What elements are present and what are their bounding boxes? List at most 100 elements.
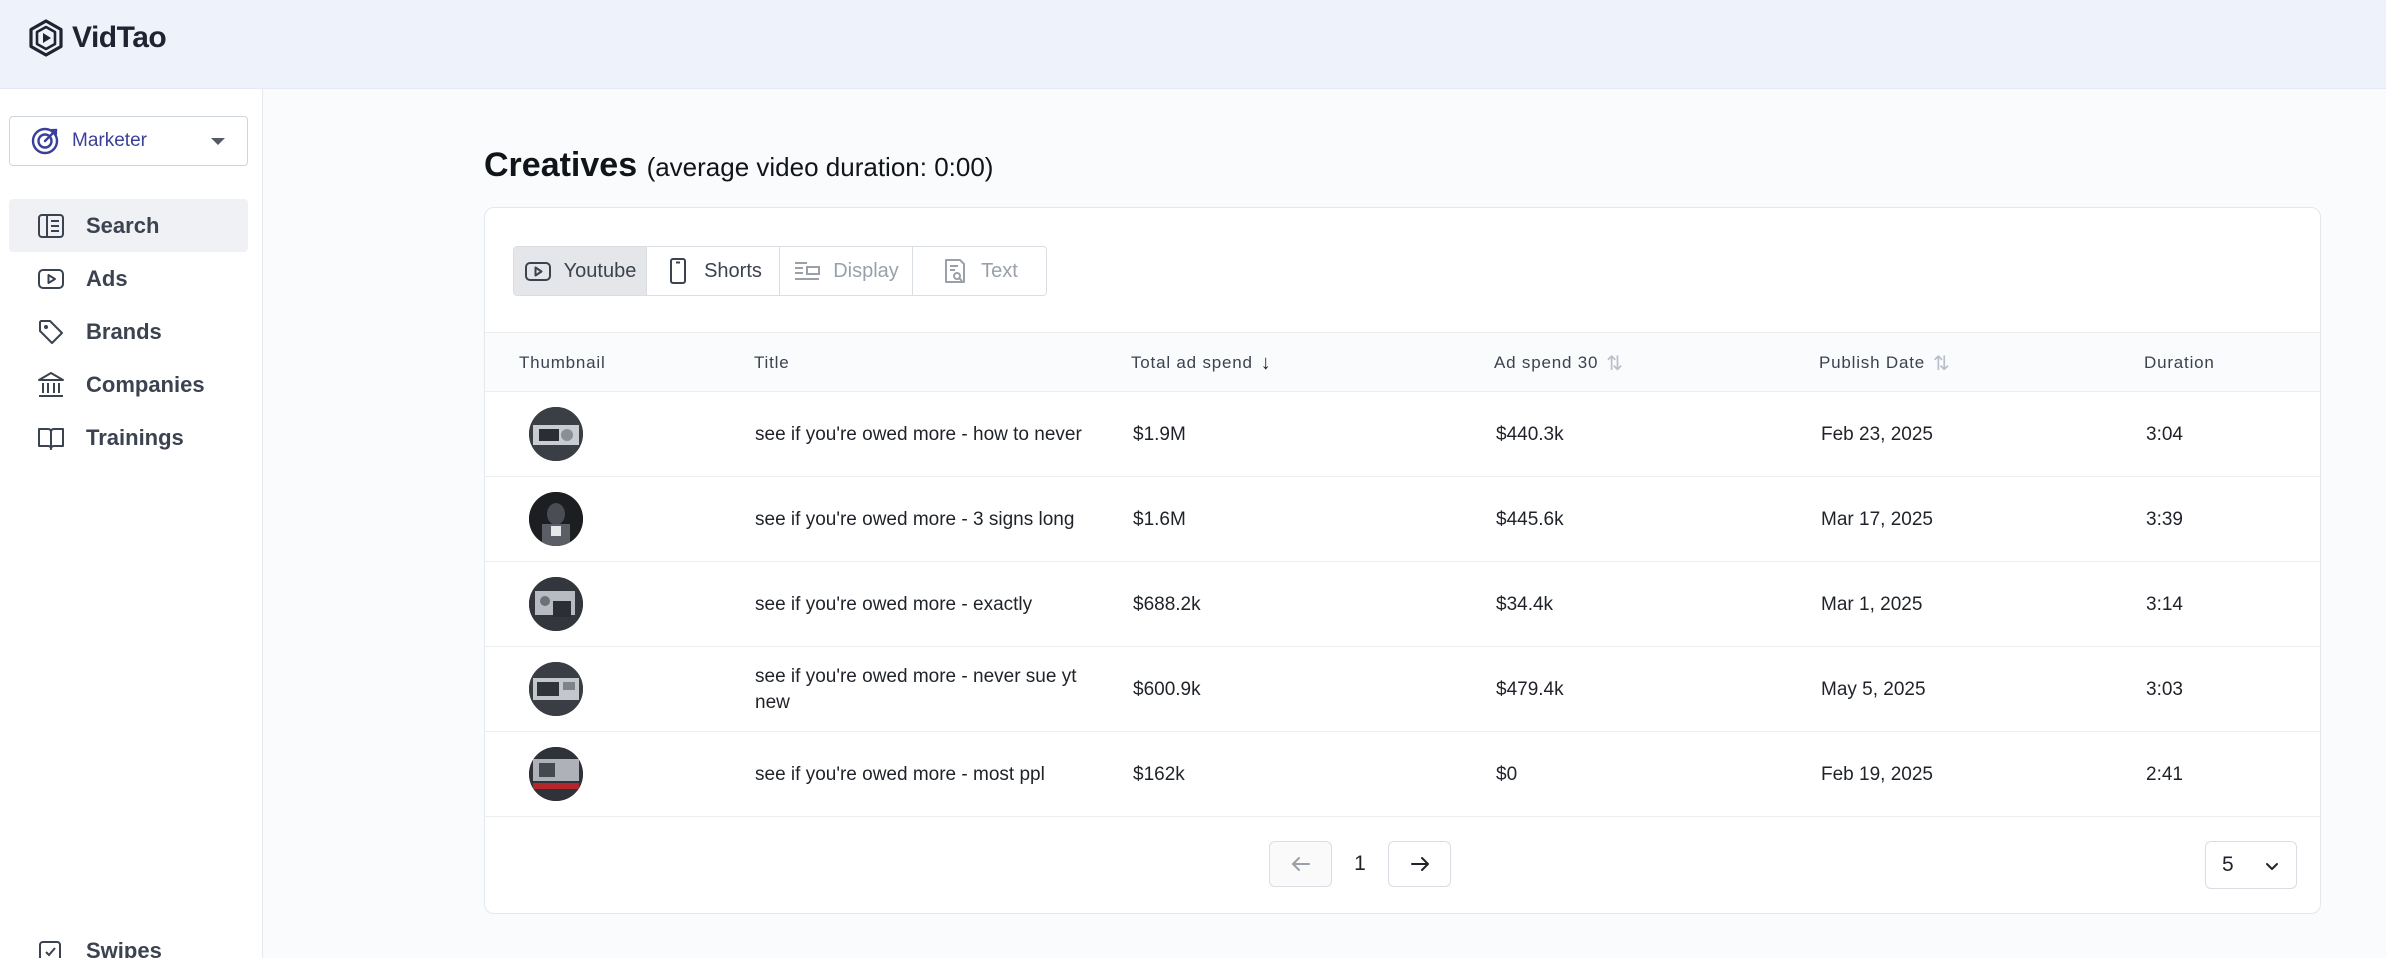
tab-display[interactable]: Display <box>780 247 913 295</box>
sidebar-item-search[interactable]: Search <box>9 199 248 252</box>
row-publish-date: Feb 19, 2025 <box>1821 763 1933 785</box>
column-header-label: Ad spend 30 <box>1494 353 1599 372</box>
video-thumbnail[interactable] <box>529 747 583 801</box>
current-page: 1 <box>1354 852 1366 875</box>
arrow-right-icon <box>1410 857 1429 871</box>
role-select-value: Marketer <box>72 130 147 151</box>
chevron-down-icon <box>2266 863 2278 870</box>
tag-icon <box>39 319 63 344</box>
column-header-label: Thumbnail <box>519 353 606 372</box>
sidebar-item-swipes[interactable]: Swipes <box>9 924 248 958</box>
row-title[interactable]: see if you're owed more - exactly <box>755 562 1115 647</box>
video-thumbnail[interactable] <box>529 662 583 716</box>
column-header-label: Duration <box>2144 353 2215 372</box>
page-title-text: Creatives <box>484 146 638 184</box>
thumbnail-image <box>529 577 583 631</box>
phone-icon <box>670 258 687 284</box>
sidebar-item-label: Companies <box>86 371 205 397</box>
table-row[interactable]: see if you're owed more - how to never $… <box>485 392 2320 477</box>
row-ad-spend-30: $0 <box>1496 763 1518 785</box>
row-total-ad-spend: $600.9k <box>1133 678 1201 700</box>
video-thumbnail[interactable] <box>529 577 583 631</box>
table-header: Thumbnail Title Total ad spend ↓ Ad spen… <box>485 332 2320 392</box>
row-title[interactable]: see if you're owed more - 3 signs long <box>755 477 1115 562</box>
row-duration: 3:39 <box>2146 508 2183 530</box>
row-title[interactable]: see if you're owed more - most ppl <box>755 732 1115 817</box>
sidebar-item-trainings[interactable]: Trainings <box>9 411 248 464</box>
prev-page-button[interactable] <box>1269 841 1332 887</box>
pagination: 1 <box>1269 841 1451 887</box>
row-publish-date: Feb 23, 2025 <box>1821 423 1933 445</box>
table-row[interactable]: see if you're owed more - exactly $688.2… <box>485 562 2320 647</box>
column-header-thumbnail: Thumbnail <box>519 333 606 393</box>
next-page-button[interactable] <box>1388 841 1451 887</box>
tab-label: Display <box>833 259 899 282</box>
column-header-total-ad-spend[interactable]: Total ad spend ↓ <box>1131 333 1272 393</box>
youtube-play-icon <box>524 262 551 281</box>
row-ad-spend-30: $445.6k <box>1496 508 1564 530</box>
sidebar-item-label: Swipes <box>86 937 162 958</box>
thumbnail-image <box>529 407 583 461</box>
tab-text[interactable]: Text <box>913 247 1046 295</box>
vidtao-logo-icon <box>29 19 63 57</box>
tab-shorts[interactable]: Shorts <box>647 247 780 295</box>
target-icon <box>31 127 59 155</box>
table-row[interactable]: see if you're owed more - 3 signs long $… <box>485 477 2320 562</box>
bank-icon <box>38 371 64 397</box>
page-title: Creatives (average video duration: 0:00) <box>484 146 993 185</box>
row-total-ad-spend: $1.9M <box>1133 423 1186 445</box>
sort-desc-icon[interactable]: ↓ <box>1261 352 1272 375</box>
page-size-select[interactable]: 5 <box>2205 841 2297 889</box>
app-name: VidTao <box>72 21 167 54</box>
column-header-title: Title <box>754 333 790 393</box>
creatives-card: Youtube Shorts Display Text Thumbnail Ti… <box>484 207 2321 914</box>
table-body: see if you're owed more - how to never $… <box>485 392 2320 817</box>
app-logo[interactable]: VidTao <box>26 18 167 58</box>
row-duration: 2:41 <box>2146 763 2183 785</box>
sidebar-item-brands[interactable]: Brands <box>9 305 248 358</box>
row-duration: 3:04 <box>2146 423 2183 445</box>
column-header-label: Publish Date <box>1819 353 1925 372</box>
swipes-icon <box>39 940 61 958</box>
text-doc-icon <box>945 259 966 283</box>
page-size-value: 5 <box>2222 853 2234 876</box>
sidebar-item-label: Ads <box>86 265 128 291</box>
sidebar-nav: Search Ads Brands Companies Trainings <box>9 199 248 464</box>
row-publish-date: Mar 1, 2025 <box>1821 593 1923 615</box>
column-header-publish-date[interactable]: Publish Date ⇅ <box>1819 333 1951 393</box>
row-total-ad-spend: $688.2k <box>1133 593 1201 615</box>
sidebar: Marketer Search Ads Brands Companies Tra… <box>0 89 263 958</box>
row-ad-spend-30: $479.4k <box>1496 678 1564 700</box>
column-header-ad-spend-30[interactable]: Ad spend 30 ⇅ <box>1494 333 1624 393</box>
row-title[interactable]: see if you're owed more - never sue yt n… <box>755 647 1115 732</box>
sidebar-item-ads[interactable]: Ads <box>9 252 248 305</box>
role-select[interactable]: Marketer <box>9 116 248 166</box>
format-tabs: Youtube Shorts Display Text <box>513 246 1047 296</box>
sort-both-icon[interactable]: ⇅ <box>1606 351 1624 376</box>
video-thumbnail[interactable] <box>529 492 583 546</box>
sidebar-item-label: Trainings <box>86 424 184 450</box>
table-row[interactable]: see if you're owed more - never sue yt n… <box>485 647 2320 732</box>
book-icon <box>38 427 64 450</box>
sidebar-item-label: Search <box>86 212 160 238</box>
row-ad-spend-30: $440.3k <box>1496 423 1564 445</box>
row-duration: 3:14 <box>2146 593 2183 615</box>
play-icon <box>38 268 64 289</box>
sidebar-bottom-nav: Swipes <box>9 924 248 958</box>
top-bar: VidTao <box>0 0 2386 89</box>
table-row[interactable]: see if you're owed more - most ppl $162k… <box>485 732 2320 817</box>
tab-label: Text <box>981 259 1018 282</box>
video-thumbnail[interactable] <box>529 407 583 461</box>
row-publish-date: Mar 17, 2025 <box>1821 508 1933 530</box>
sort-both-icon[interactable]: ⇅ <box>1933 351 1951 376</box>
sidebar-item-companies[interactable]: Companies <box>9 358 248 411</box>
arrow-left-icon <box>1291 857 1310 871</box>
row-title[interactable]: see if you're owed more - how to never <box>755 392 1115 477</box>
column-header-label: Title <box>754 353 790 372</box>
page-subtitle: (average video duration: 0:00) <box>646 152 994 182</box>
caret-down-icon <box>211 138 225 145</box>
row-publish-date: May 5, 2025 <box>1821 678 1926 700</box>
tab-youtube[interactable]: Youtube <box>514 247 647 295</box>
thumbnail-image <box>529 662 583 716</box>
column-header-duration: Duration <box>2144 333 2215 393</box>
